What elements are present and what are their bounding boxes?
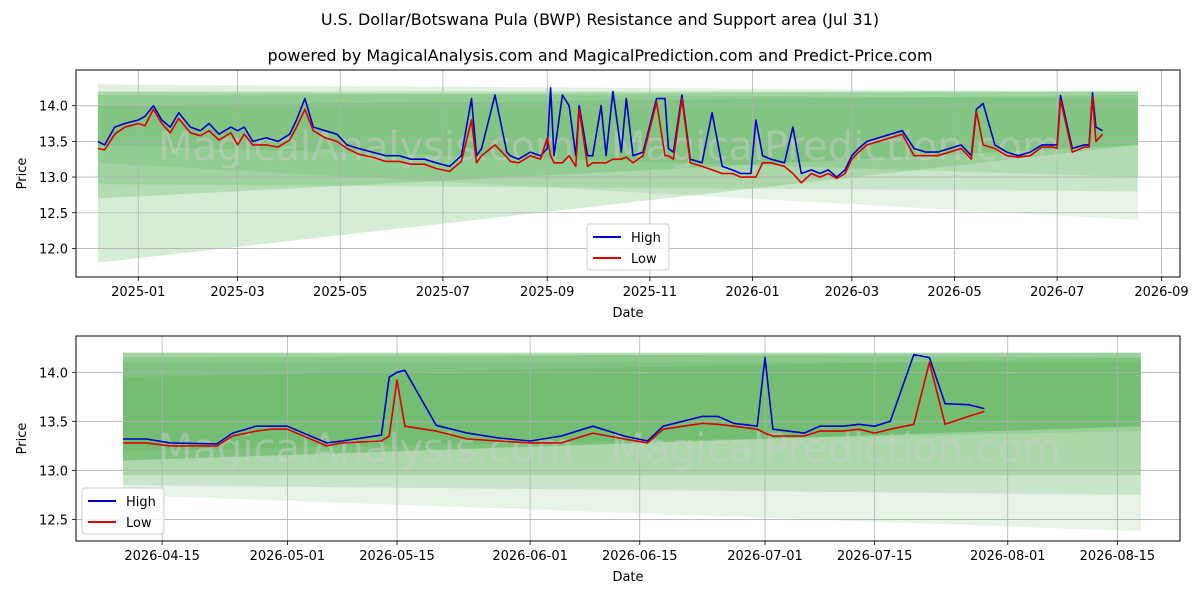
- x-tick-label: 2026-08-15: [1080, 549, 1156, 564]
- x-tick-label: 2026-07-01: [727, 549, 803, 564]
- y-tick-label: 12.5: [39, 513, 68, 528]
- x-tick-label: 2026-06-01: [492, 549, 568, 564]
- x-tick-label: 2026-04-15: [124, 549, 200, 564]
- x-tick-label: 2026-05: [927, 285, 981, 300]
- legend: High Low: [81, 487, 165, 535]
- watermark-text: MagicalPrediction.com: [611, 426, 1061, 472]
- x-axis-label: Date: [612, 306, 643, 321]
- y-tick-label: 13.5: [39, 135, 68, 150]
- legend-label-high: High: [631, 231, 661, 246]
- chart-figure: U.S. Dollar/Botswana Pula (BWP) Resistan…: [0, 0, 1200, 600]
- x-tick-label: 2026-01: [725, 285, 779, 300]
- x-tick-label: 2026-09: [1134, 285, 1188, 300]
- x-tick-label: 2025-03: [210, 285, 264, 300]
- y-tick-label: 14.0: [39, 366, 68, 381]
- legend: High Low: [586, 223, 670, 271]
- y-tick-label: 13.0: [39, 171, 68, 186]
- y-axis-label: Price: [15, 158, 30, 190]
- watermark-text: MagicalAnalysis.com: [158, 124, 574, 170]
- watermark-text: MagicalPrediction.com: [611, 124, 1061, 170]
- x-tick-label: 2026-07: [1030, 285, 1084, 300]
- x-tick-label: 2025-01: [111, 285, 165, 300]
- x-tick-label: 2026-03: [825, 285, 879, 300]
- x-tick-label: 2026-07-15: [837, 549, 913, 564]
- y-tick-label: 14.0: [39, 100, 68, 115]
- x-tick-label: 2025-07: [416, 285, 470, 300]
- y-tick-label: 13.5: [39, 415, 68, 430]
- y-axis-label: Price: [15, 423, 30, 455]
- y-tick-label: 13.0: [39, 464, 68, 479]
- legend-label-low: Low: [126, 516, 152, 531]
- x-axis-label: Date: [612, 570, 643, 585]
- x-tick-label: 2026-05-01: [250, 549, 326, 564]
- y-tick-label: 12.0: [39, 242, 68, 257]
- chart-1: 2025-01 2025-03 2025-05 2025-07 2025-09 2025-…: [15, 69, 1189, 321]
- watermark-text: MagicalAnalysis.com: [158, 426, 574, 472]
- chart-canvas: 2025-01 2025-03 2025-05 2025-07 2025-09 2025-…: [15, 69, 1189, 585]
- legend-label-low: Low: [631, 252, 657, 267]
- legend-label-high: High: [126, 495, 156, 510]
- x-tick-label: 2025-11: [623, 285, 677, 300]
- y-tick-label: 12.5: [39, 207, 68, 222]
- x-tick-label: 2026-08-01: [970, 549, 1046, 564]
- chart-2: 2026-04-15 2026-05-01 2026-05-15 2026-06-01…: [15, 335, 1181, 585]
- x-tick-label: 2025-09: [520, 285, 574, 300]
- x-tick-label: 2025-05: [313, 285, 367, 300]
- x-tick-label: 2026-06-15: [602, 549, 678, 564]
- x-tick-label: 2026-05-15: [359, 549, 435, 564]
